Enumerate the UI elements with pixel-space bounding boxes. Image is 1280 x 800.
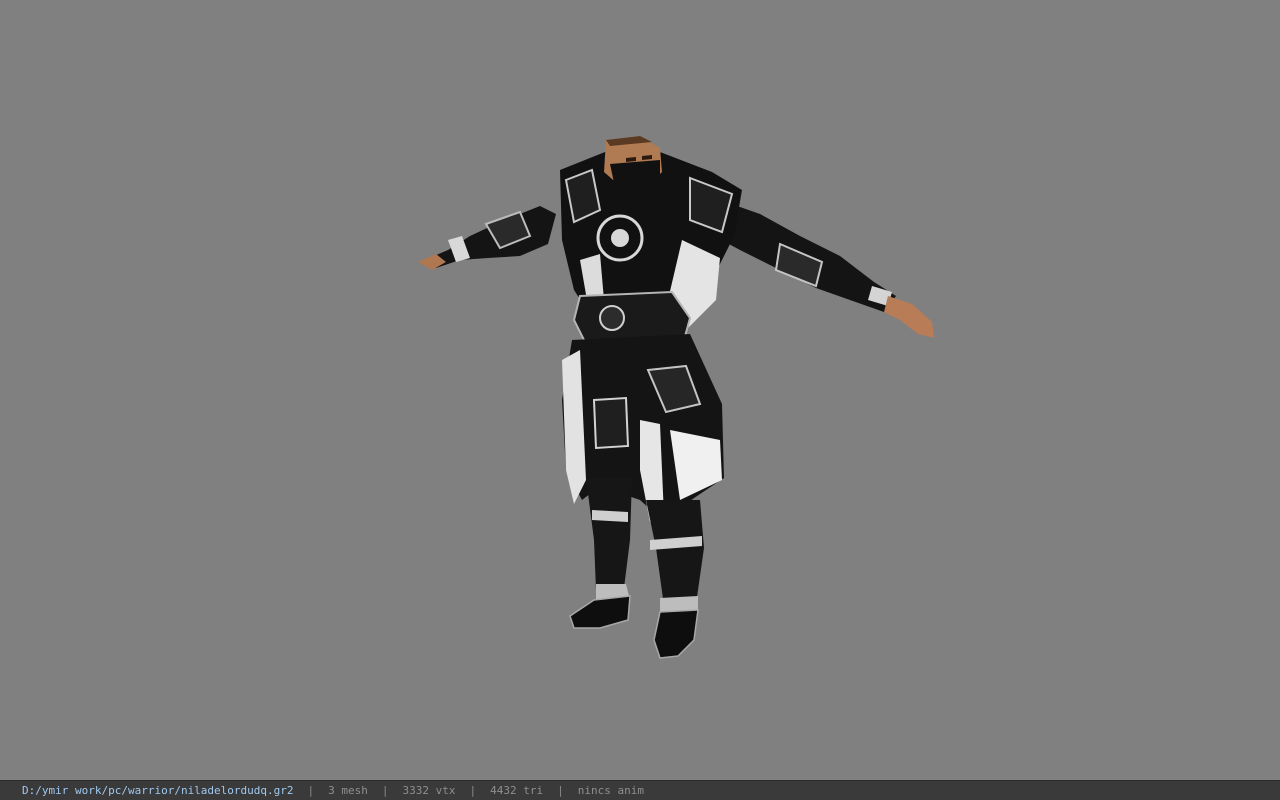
- triangle-count-label: 4432 tri: [490, 784, 544, 797]
- model-legs: [569, 478, 704, 659]
- status-bar: D:/ymir work/pc/warrior/niladelordudq.gr…: [0, 780, 1280, 800]
- status-separator: |: [381, 784, 389, 797]
- vertex-count-label: 3332 vtx: [402, 784, 456, 797]
- status-separator: |: [307, 784, 315, 797]
- model-right-arm: [714, 200, 934, 338]
- mesh-count-label: 3 mesh: [328, 784, 368, 797]
- model-left-arm: [418, 206, 556, 270]
- model-robe: [562, 334, 724, 522]
- animation-status-label: nincs anim: [577, 784, 644, 797]
- status-separator: |: [469, 784, 477, 797]
- character-model: [418, 136, 934, 659]
- file-path-label: D:/ymir work/pc/warrior/niladelordudq.gr…: [22, 784, 294, 797]
- 3d-viewport[interactable]: [0, 0, 1280, 780]
- status-separator: |: [557, 784, 564, 797]
